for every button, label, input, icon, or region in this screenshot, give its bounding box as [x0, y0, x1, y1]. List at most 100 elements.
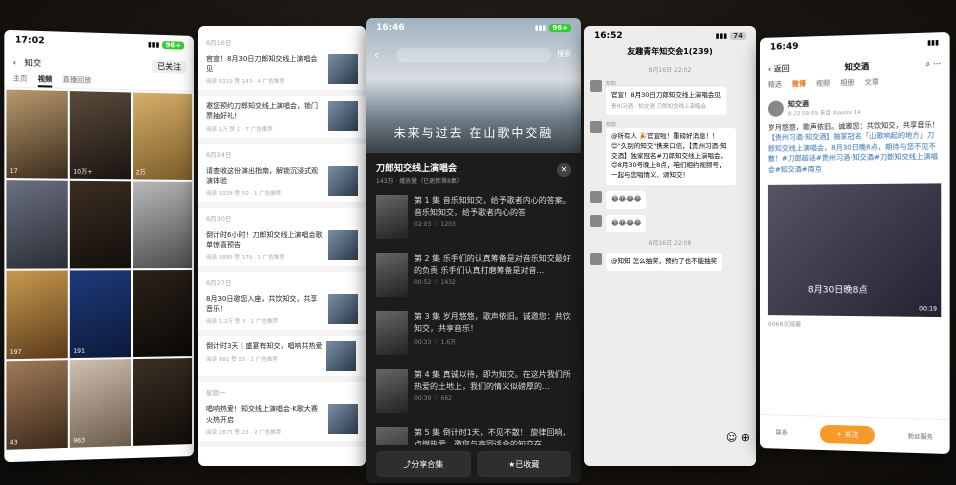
time: 17:02 [14, 35, 45, 47]
contact-button[interactable]: 联系 [776, 427, 788, 436]
article-meta: 阅读 3328 赞 50 · 1 广告推荐 [206, 190, 282, 197]
view-count: 2万 [135, 169, 146, 177]
back-icon[interactable]: ‹ [374, 48, 379, 62]
date-header: 8月16日 [206, 39, 232, 47]
episode-item[interactable]: 第 1 集 音乐知知交，给予歌者内心的答案。 音乐知知交，给予歌者内心的答 02:… [366, 189, 581, 247]
article-thumbnail [328, 165, 358, 196]
date-header: 8月30日 [206, 214, 232, 223]
follow-button[interactable]: 已关注 [152, 59, 187, 74]
episode-thumbnail [376, 195, 408, 239]
article-thumbnail [328, 294, 358, 325]
episode-thumbnail [376, 311, 408, 355]
back-icon[interactable]: ‹ [13, 57, 16, 66]
share-collection-button[interactable]: ⤴ 分享合集 [376, 451, 471, 477]
tab-home[interactable]: 主页 [13, 73, 28, 87]
episode-duration: 00:39 [414, 395, 432, 403]
collection-title: 刀郎知交线上演唱会 [376, 164, 458, 174]
video-tile[interactable] [132, 358, 193, 446]
episode-duration: 02:03 [414, 221, 432, 229]
episode-duration: 00:33 [414, 339, 432, 347]
emoji-and-add-icons[interactable]: ☺ ⊕ [726, 431, 750, 444]
battery: 96+ [549, 24, 571, 32]
follow-button[interactable]: + 关注 [819, 424, 875, 445]
tab-videos[interactable]: 视频 [816, 78, 830, 92]
chat-message: @知知 怎么抽奖，预约了也不能抽奖 [584, 250, 756, 274]
video-tile[interactable]: 197 [6, 270, 69, 360]
article-item[interactable]: 倒计时3天｜盛宴有知交，唱响共热爱 阅读 981 赞 15 · 1 广告推荐 [198, 336, 366, 383]
sender-name: 知知 [606, 122, 617, 128]
close-icon[interactable]: ✕ [557, 163, 571, 177]
article-thumbnail [328, 404, 358, 435]
fan-service-button[interactable]: 粉丝服务 [908, 431, 933, 441]
episode-item[interactable]: 第 4 集 真诚以待，即为知交。在这片我们所热爱的土地上，我们的情义似磅厚的..… [366, 363, 581, 421]
message-bubble[interactable]: @知知 怎么抽奖，预约了也不能抽奖 [606, 253, 723, 271]
tab-album[interactable]: 相册 [840, 78, 854, 93]
post-meta: 8-22 09:59 来自 Xiaomi 14 [787, 109, 861, 117]
search-input[interactable] [396, 48, 551, 62]
article-thumbnail [328, 229, 358, 260]
bottom-bar: 联系 + 关注 粉丝服务 [760, 414, 950, 455]
avatar[interactable] [590, 214, 602, 227]
play-count: 6068次观看 [767, 321, 802, 329]
episode-item[interactable]: 第 3 集 岁月悠悠，歌声依旧。诚邀您：共饮知交，共享音乐！ 00:33 ♡ 1.… [366, 305, 581, 363]
link-card: 贵州习酒 · 知交酒 刀郎知交线上演唱会 [611, 103, 706, 110]
video-tile[interactable]: 2万 [132, 92, 193, 180]
video-tile[interactable]: 10万+ [70, 91, 131, 180]
tab-articles[interactable]: 文章 [865, 77, 879, 92]
search-icon[interactable]: ⌕ ⋯ [926, 59, 942, 70]
article-item[interactable]: 邀您预约刀郎知交线上演唱会，锁门票抽好礼！ 阅读 1万 赞 1 · 7 广告推荐 [198, 96, 366, 144]
tab-weibo[interactable]: 微博 [792, 79, 806, 93]
article-item[interactable]: 8月30日邀您入座，共饮知交，共享音乐！ 阅读 1.2万 赞 3 · 1 广告推荐 [198, 289, 366, 337]
date-header: 星期一 [206, 389, 226, 398]
tab-featured[interactable]: 精选 [768, 79, 782, 93]
tab-live-replay[interactable]: 直播回放 [63, 75, 92, 89]
article-meta: 阅读 1万 赞 1 · 7 广告推荐 [206, 126, 273, 133]
message-bubble[interactable]: @所有人 🎉官宣啦！重磅好消息！！ 😊"久别的知交"携来口信，【贵州习酒·知交酒… [606, 128, 736, 185]
article-title: 邀您预约刀郎知交线上演唱会，锁门票抽好礼！ [206, 102, 318, 121]
avatar[interactable] [590, 121, 602, 133]
view-count: 197 [9, 348, 22, 357]
article-meta: 阅读 3895 赞 179 · 1 广告推荐 [206, 255, 285, 262]
article-item[interactable]: 官宣！8月30日刀郎知交线上演唱会见 阅读 5319 赞 143 · 4 广告推荐 [198, 49, 366, 97]
episode-item[interactable]: 第 2 集 乐手们的认真筹备是对音乐知交最好的负责 乐手们认真打磨筹备是对音..… [366, 247, 581, 305]
phone-weibo-profile: 16:49 ▮▮▮ ‹ 返回 知交酒 ⌕ ⋯ 精选 微博 视频 相册 文章 知交酒 8-… [760, 31, 950, 455]
article-item[interactable]: 倒计时6小时！刀郎知交线上演唱会歌单惊喜预告 阅读 3895 赞 179 · 1 … [198, 225, 366, 273]
episode-list: 第 1 集 音乐知知交，给予歌者内心的答案。 音乐知知交，给予歌者内心的答 02:… [366, 189, 581, 479]
tab-videos[interactable]: 视频 [37, 73, 53, 88]
sender-name: 知知 [606, 81, 617, 87]
episode-likes: 1203 [440, 221, 456, 229]
video-tile[interactable] [132, 181, 193, 269]
avatar[interactable] [767, 100, 784, 118]
message-bubble[interactable]: 😂😂😂😂 [606, 190, 647, 209]
video-tile[interactable] [70, 180, 131, 269]
episode-likes: 1432 [440, 279, 456, 287]
article-item[interactable]: 唱响热爱！知交线上演唱会·K歌大赛火热开启 阅读 2875 赞 23 · 2 广告… [198, 399, 366, 447]
avatar[interactable] [590, 190, 602, 203]
saved-button[interactable]: ★ 已收藏 [476, 451, 571, 477]
video-tile[interactable]: 191 [70, 270, 131, 359]
video-tile[interactable] [132, 270, 193, 358]
avatar[interactable] [590, 80, 602, 92]
search-button[interactable]: 搜索 [557, 49, 571, 59]
avatar[interactable] [590, 253, 602, 266]
video-tile[interactable] [6, 180, 69, 269]
episode-title: 第 2 集 乐手们的认真筹备是对音乐知交最好的负责 乐手们认真打磨筹备是对音..… [414, 254, 571, 275]
battery: 74 [730, 32, 746, 40]
video-tile[interactable]: 963 [70, 359, 131, 448]
message-bubble[interactable]: 官宣！8月30日刀郎知交线上演唱会见 贵州习酒 · 知交酒 刀郎知交线上演唱会 [606, 87, 726, 115]
video-tile[interactable]: 43 [6, 360, 69, 450]
phone-video-collection: 16:46 ▮▮▮ 96+ ‹ 搜索 未来与过去 在山歌中交融 刀郎知交线上演唱会 … [366, 18, 581, 483]
banner-slogan: 未来与过去 在山歌中交融 [393, 126, 554, 140]
view-count: 191 [73, 347, 86, 356]
profile-name: 知交酒 [844, 61, 870, 72]
back-button[interactable]: ‹ 返回 [768, 63, 790, 75]
video-caption: 8月30日晚8点 [807, 285, 868, 297]
episode-thumbnail [376, 253, 408, 297]
post-video[interactable]: 8月30日晚8点 00:19 [767, 183, 942, 318]
video-tile[interactable]: 17 [6, 89, 69, 179]
article-list: 8月16日 官宣！8月30日刀郎知交线上演唱会见 阅读 5319 赞 143 · … [198, 26, 366, 447]
message-bubble[interactable]: 😂😂😂😂 [606, 214, 647, 233]
post-link-text[interactable]: 【贵州习酒·知交酒】独家冠名「山歌响起的地方」刀郎知交线上演唱会，8月30日晚8… [768, 130, 941, 175]
episode-title: 第 4 集 真诚以待，即为知交。在这片我们所热爱的土地上，我们的情义似磅厚的..… [414, 370, 571, 391]
article-item[interactable]: 请查收这份演出指南，解锁沉浸式观演体验 阅读 3328 赞 50 · 1 广告推荐 [198, 161, 366, 208]
